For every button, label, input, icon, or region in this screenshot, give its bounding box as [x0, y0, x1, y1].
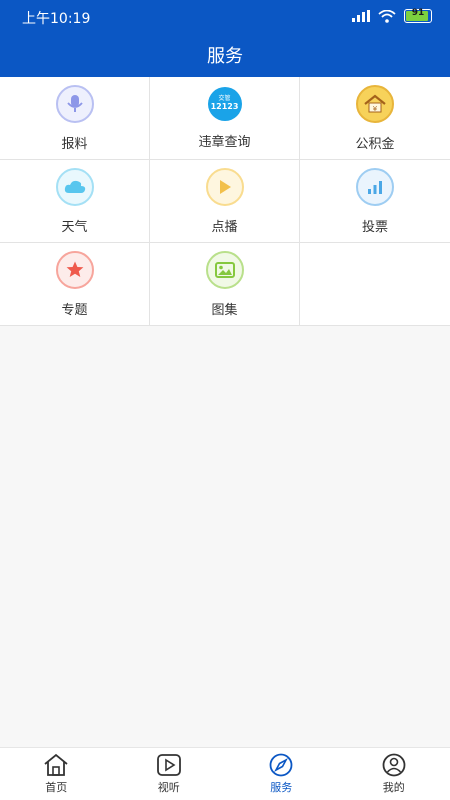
app-header: 服务 — [0, 32, 450, 77]
service-label: 公积金 — [355, 136, 395, 152]
service-housing-fund[interactable]: ¥ 公积金 — [300, 77, 450, 160]
nav-home[interactable]: 首页 — [0, 748, 113, 800]
microphone-icon — [55, 84, 94, 123]
service-gallery[interactable]: 图集 — [150, 243, 300, 326]
service-traffic-query[interactable]: 交管 12123 违章查询 — [150, 77, 300, 160]
service-label: 图集 — [211, 302, 238, 318]
service-label: 专题 — [61, 302, 88, 318]
traffic-12123-icon: 交管 12123 — [207, 86, 242, 121]
service-label: 报料 — [61, 136, 88, 152]
home-icon — [44, 753, 68, 776]
compass-icon — [269, 753, 293, 777]
nav-label: 服务 — [270, 781, 293, 794]
service-vote[interactable]: 投票 — [300, 160, 450, 243]
service-label: 投票 — [361, 219, 388, 235]
nav-profile[interactable]: 我的 — [338, 748, 450, 800]
battery-level: 91 — [411, 8, 425, 18]
service-weather[interactable]: 天气 — [0, 160, 150, 243]
status-bar: 上午10:19 91 — [0, 0, 450, 32]
empty-tile — [300, 243, 450, 326]
bar-chart-icon — [356, 167, 394, 206]
nav-media[interactable]: 视听 — [113, 748, 226, 800]
play-icon — [205, 167, 244, 206]
service-label: 点播 — [211, 219, 238, 235]
status-time: 上午10:19 — [22, 11, 91, 27]
service-label: 天气 — [61, 219, 88, 235]
service-label: 违章查询 — [198, 134, 251, 150]
cloud-icon — [55, 167, 94, 206]
service-baoliao[interactable]: 报料 — [0, 77, 150, 160]
nav-service[interactable]: 服务 — [225, 748, 338, 800]
image-icon — [205, 250, 244, 289]
user-icon — [382, 753, 406, 777]
service-topic[interactable]: 专题 — [0, 243, 150, 326]
traffic-badge-top: 交管 — [218, 95, 231, 102]
services-grid: 报料 交管 12123 违章查询 ¥ 公积金 天气 点播 投票 专题 图集 — [0, 77, 450, 326]
service-vod[interactable]: 点播 — [150, 160, 300, 243]
status-icons: 91 — [352, 8, 432, 23]
traffic-badge-number: 12123 — [210, 102, 239, 111]
bottom-nav: 首页 视听 服务 我的 — [0, 747, 450, 800]
star-icon — [55, 250, 94, 289]
wifi-icon — [378, 9, 396, 23]
nav-label: 首页 — [45, 781, 68, 794]
house-fund-icon: ¥ — [356, 84, 394, 123]
battery-icon: 91 — [404, 8, 432, 23]
nav-label: 我的 — [382, 781, 405, 794]
video-play-icon — [156, 754, 181, 776]
page-title: 服务 — [207, 45, 243, 67]
nav-label: 视听 — [157, 781, 180, 794]
svg-text:¥: ¥ — [373, 105, 378, 113]
signal-icon — [352, 10, 370, 22]
